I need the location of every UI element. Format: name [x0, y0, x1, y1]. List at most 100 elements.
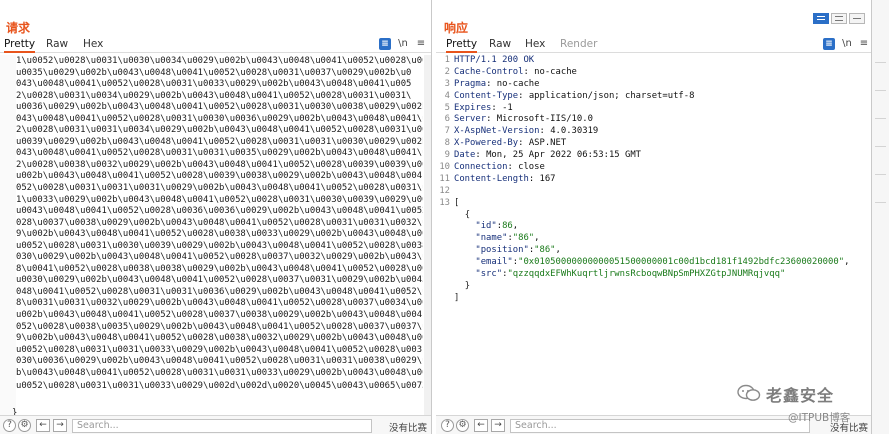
request-code-line: u0039\u0029\u002b\u0043\u0048\u0041\u005…	[16, 136, 423, 147]
layout-horizontal-icon[interactable]	[831, 13, 847, 24]
request-closing-brace: }	[12, 408, 18, 415]
line-number: 12	[439, 185, 450, 196]
request-code-line: 2\u0028\u0038\u0032\u0029\u002b\u0043\u0…	[16, 159, 423, 170]
request-code-line: 052\u0028\u0031\u0031\u0031\u0029\u002b\…	[16, 183, 423, 194]
line-number: 9	[444, 150, 450, 161]
response-format-icon[interactable]: ≡	[823, 38, 835, 50]
request-code-line: b\u0043\u0048\u0041\u0052\u0028\u0031\u0…	[16, 367, 423, 378]
request-code-line: u0052\u0028\u0031\u0031\u0033\u0029\u002…	[16, 344, 423, 355]
layout-side-by-side-icon[interactable]	[813, 13, 829, 24]
request-code-line: 030\u0036\u0029\u002b\u0043\u0048\u0041\…	[16, 356, 423, 367]
request-newline-icon[interactable]: \n	[397, 38, 409, 50]
response-pane: 响应 Pretty Raw Hex Render ≡ \n ≡ 12345678…	[436, 0, 872, 434]
request-code-line: u0030\u0029\u002b\u0043\u0048\u0041\u005…	[16, 275, 423, 286]
request-search-input[interactable]: Search...	[72, 419, 372, 433]
line-number: 1	[444, 55, 450, 65]
request-code-line: 8\u0031\u0031\u0032\u0029\u002b\u0043\u0…	[16, 298, 423, 309]
header-line: Pragma: no-cache	[454, 78, 540, 89]
inspector-rail[interactable]	[872, 0, 889, 434]
request-body[interactable]: 1\u0052\u0028\u0031\u0030\u0034\u0029\u0…	[16, 56, 423, 391]
request-code-line: u0036\u0029\u002b\u0043\u0048\u0041\u005…	[16, 102, 423, 113]
request-code-line: 030\u0029\u002b\u0043\u0048\u0041\u0052\…	[16, 252, 423, 263]
line-number: 13	[439, 197, 450, 208]
line-number: 5	[444, 102, 450, 113]
request-tabs: Pretty Raw Hex ≡ \n ≡	[0, 36, 431, 53]
prev-match-arrow-icon[interactable]: ←	[36, 419, 50, 432]
status-line: HTTP/1.1 200 OK	[454, 55, 535, 65]
next-match-arrow-icon[interactable]: →	[53, 419, 67, 432]
response-menu-icon[interactable]: ≡	[859, 38, 869, 50]
header-line: X-Powered-By: ASP.NET	[454, 138, 567, 149]
request-match-count: 没有比赛	[389, 423, 428, 434]
json-object-open: {	[464, 209, 471, 220]
header-line: Server: Microsoft-IIS/10.0	[454, 114, 593, 125]
request-editor[interactable]: 1\u0052\u0028\u0031\u0030\u0034\u0029\u0…	[0, 55, 431, 415]
line-number: 3	[444, 78, 450, 89]
json-array-open: [	[454, 197, 460, 208]
line-number: 2	[444, 66, 450, 77]
request-code-line: u002b\u0043\u0048\u0041\u0052\u0028\u003…	[16, 310, 423, 321]
header-line: Cache-Control: no-cache	[454, 66, 577, 77]
settings-gear-icon[interactable]: ⚙	[18, 419, 31, 432]
request-code-line: 8\u0041\u0052\u0028\u0038\u0038\u0029\u0…	[16, 263, 423, 274]
request-code-line: 9\u002b\u0043\u0048\u0041\u0052\u0028\u0…	[16, 333, 423, 344]
json-object-close: }	[464, 280, 471, 291]
response-tab-render[interactable]: Render	[560, 36, 597, 53]
response-line-numbers: 1 2 3 4 5 6 7 8 9 10 11 12 13	[436, 55, 452, 415]
json-field: "id":86,	[475, 221, 519, 232]
response-title: 响应	[444, 21, 469, 35]
request-code-line: u0052\u0028\u0031\u0031\u0033\u0029\u002…	[16, 379, 423, 391]
request-code-line: 043\u0048\u0041\u0052\u0028\u0031\u0031\…	[16, 148, 423, 159]
help-icon[interactable]: ?	[3, 419, 16, 432]
request-tab-hex[interactable]: Hex	[83, 36, 103, 53]
response-tab-pretty[interactable]: Pretty	[446, 36, 478, 53]
line-number: 11	[439, 173, 450, 184]
request-tab-raw[interactable]: Raw	[46, 36, 68, 53]
line-number: 6	[444, 114, 450, 125]
json-array-close: ]	[454, 292, 460, 303]
request-scrollbar[interactable]	[424, 55, 431, 415]
response-tab-hex[interactable]: Hex	[525, 36, 545, 53]
header-line: Expires: -1	[454, 102, 513, 113]
request-code-line: 2\u0028\u0031\u0034\u0029\u002b\u0043\u0…	[16, 90, 412, 101]
response-body[interactable]: HTTP/1.1 200 OK Cache-Control: no-cache …	[454, 55, 861, 305]
request-code-line: 9\u002b\u0043\u0048\u0041\u0052\u0028\u0…	[16, 229, 423, 240]
prev-match-arrow-icon[interactable]: ←	[474, 419, 488, 432]
layout-single-icon[interactable]	[849, 13, 865, 24]
response-tab-raw[interactable]: Raw	[489, 36, 511, 53]
request-tab-pretty[interactable]: Pretty	[4, 36, 36, 53]
request-code-line: 052\u0028\u0038\u0035\u0029\u002b\u0043\…	[16, 321, 423, 332]
header-line: Connection: close	[454, 162, 545, 173]
request-code-line: 048\u0041\u0052\u0028\u0031\u0031\u0036\…	[16, 286, 423, 297]
help-icon[interactable]: ?	[441, 419, 454, 432]
json-field: "src":"qzzqqdxEFWhKuqrtljrwnsRcboqwBNpSm…	[475, 269, 786, 280]
response-newline-icon[interactable]: \n	[841, 38, 853, 50]
line-number: 7	[444, 126, 450, 137]
request-code-line: 043\u0048\u0041\u0052\u0028\u0031\u0033\…	[16, 79, 412, 90]
request-code-line: u0035\u0029\u002b\u0043\u0048\u0041\u005…	[16, 67, 412, 78]
request-code-line: u002b\u0043\u0048\u0041\u0052\u0028\u003…	[16, 171, 423, 182]
response-editor[interactable]: 1 2 3 4 5 6 7 8 9 10 11 12 13 HTTP/1.1 200 OK Cache-…	[436, 55, 871, 415]
request-code-line: 1\u0033\u0029\u002b\u0043\u0048\u0041\u0…	[16, 194, 423, 205]
response-search-input[interactable]: Search...	[510, 419, 810, 433]
line-number: 8	[444, 138, 450, 149]
request-format-icon[interactable]: ≡	[379, 38, 391, 50]
request-menu-icon[interactable]: ≡	[416, 38, 426, 50]
request-pane: 请求 Pretty Raw Hex ≡ \n ≡ 1\u0052\u0028\u…	[0, 0, 432, 434]
json-field: "name":"86",	[475, 233, 540, 244]
settings-gear-icon[interactable]: ⚙	[456, 419, 469, 432]
wechat-logo-icon	[737, 384, 761, 401]
request-statusbar: ? ⚙ ← → Search... 没有比赛	[0, 415, 431, 434]
header-line: Date: Mon, 25 Apr 2022 06:53:15 GMT	[454, 150, 642, 161]
line-number: 4	[444, 90, 450, 101]
request-code-line: 2\u0028\u0031\u0031\u0034\u0029\u002b\u0…	[16, 125, 423, 136]
line-number: 10	[439, 162, 450, 173]
watermark-site: @ITPUB博客	[788, 412, 851, 424]
layout-toggle	[813, 13, 865, 24]
request-gutter	[0, 55, 16, 415]
json-field: "position":"86",	[475, 245, 561, 256]
request-code-line: 1\u0052\u0028\u0031\u0030\u0034\u0029\u0…	[16, 56, 423, 66]
request-title: 请求	[6, 21, 31, 35]
next-match-arrow-icon[interactable]: →	[491, 419, 505, 432]
